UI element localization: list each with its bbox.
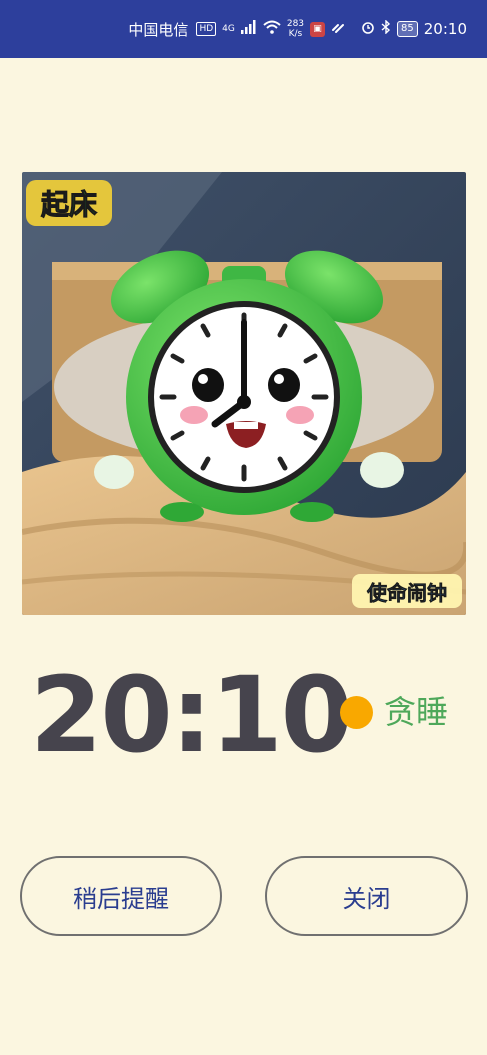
speed-value: 283: [286, 19, 305, 29]
signal-icon: [240, 20, 257, 38]
wifi-icon: [263, 20, 281, 38]
alarm-icon: [361, 20, 375, 38]
snooze-status-dot: [340, 696, 373, 729]
speed-unit: K/s: [288, 29, 303, 39]
sticker-wake-up: 起床: [41, 188, 97, 221]
snooze-status-label: 贪睡: [384, 693, 449, 731]
network-speed: 283 K/s: [287, 19, 304, 39]
sticker-app-name: 使命闹钟: [366, 581, 447, 605]
alarm-time-row: 20:10 贪睡: [30, 660, 470, 770]
network-type-label: 4G: [222, 24, 235, 34]
snooze-button[interactable]: 稍后提醒: [20, 856, 222, 936]
alarm-illustration: 起床 使命闹钟: [22, 172, 466, 615]
hd-badge: HD: [196, 22, 217, 36]
battery-indicator: 85: [397, 21, 418, 37]
status-bar: 中国电信 HD 4G 283 K/s ▣ 85 20:10: [0, 0, 487, 58]
status-time: 20:10: [423, 20, 467, 38]
link-icon: [331, 20, 345, 38]
close-button[interactable]: 关闭: [265, 856, 468, 936]
app-notification-icon: ▣: [310, 21, 326, 37]
carrier-name: 中国电信: [128, 20, 189, 39]
alarm-time: 20:10: [30, 654, 353, 776]
bluetooth-icon: [381, 19, 391, 38]
